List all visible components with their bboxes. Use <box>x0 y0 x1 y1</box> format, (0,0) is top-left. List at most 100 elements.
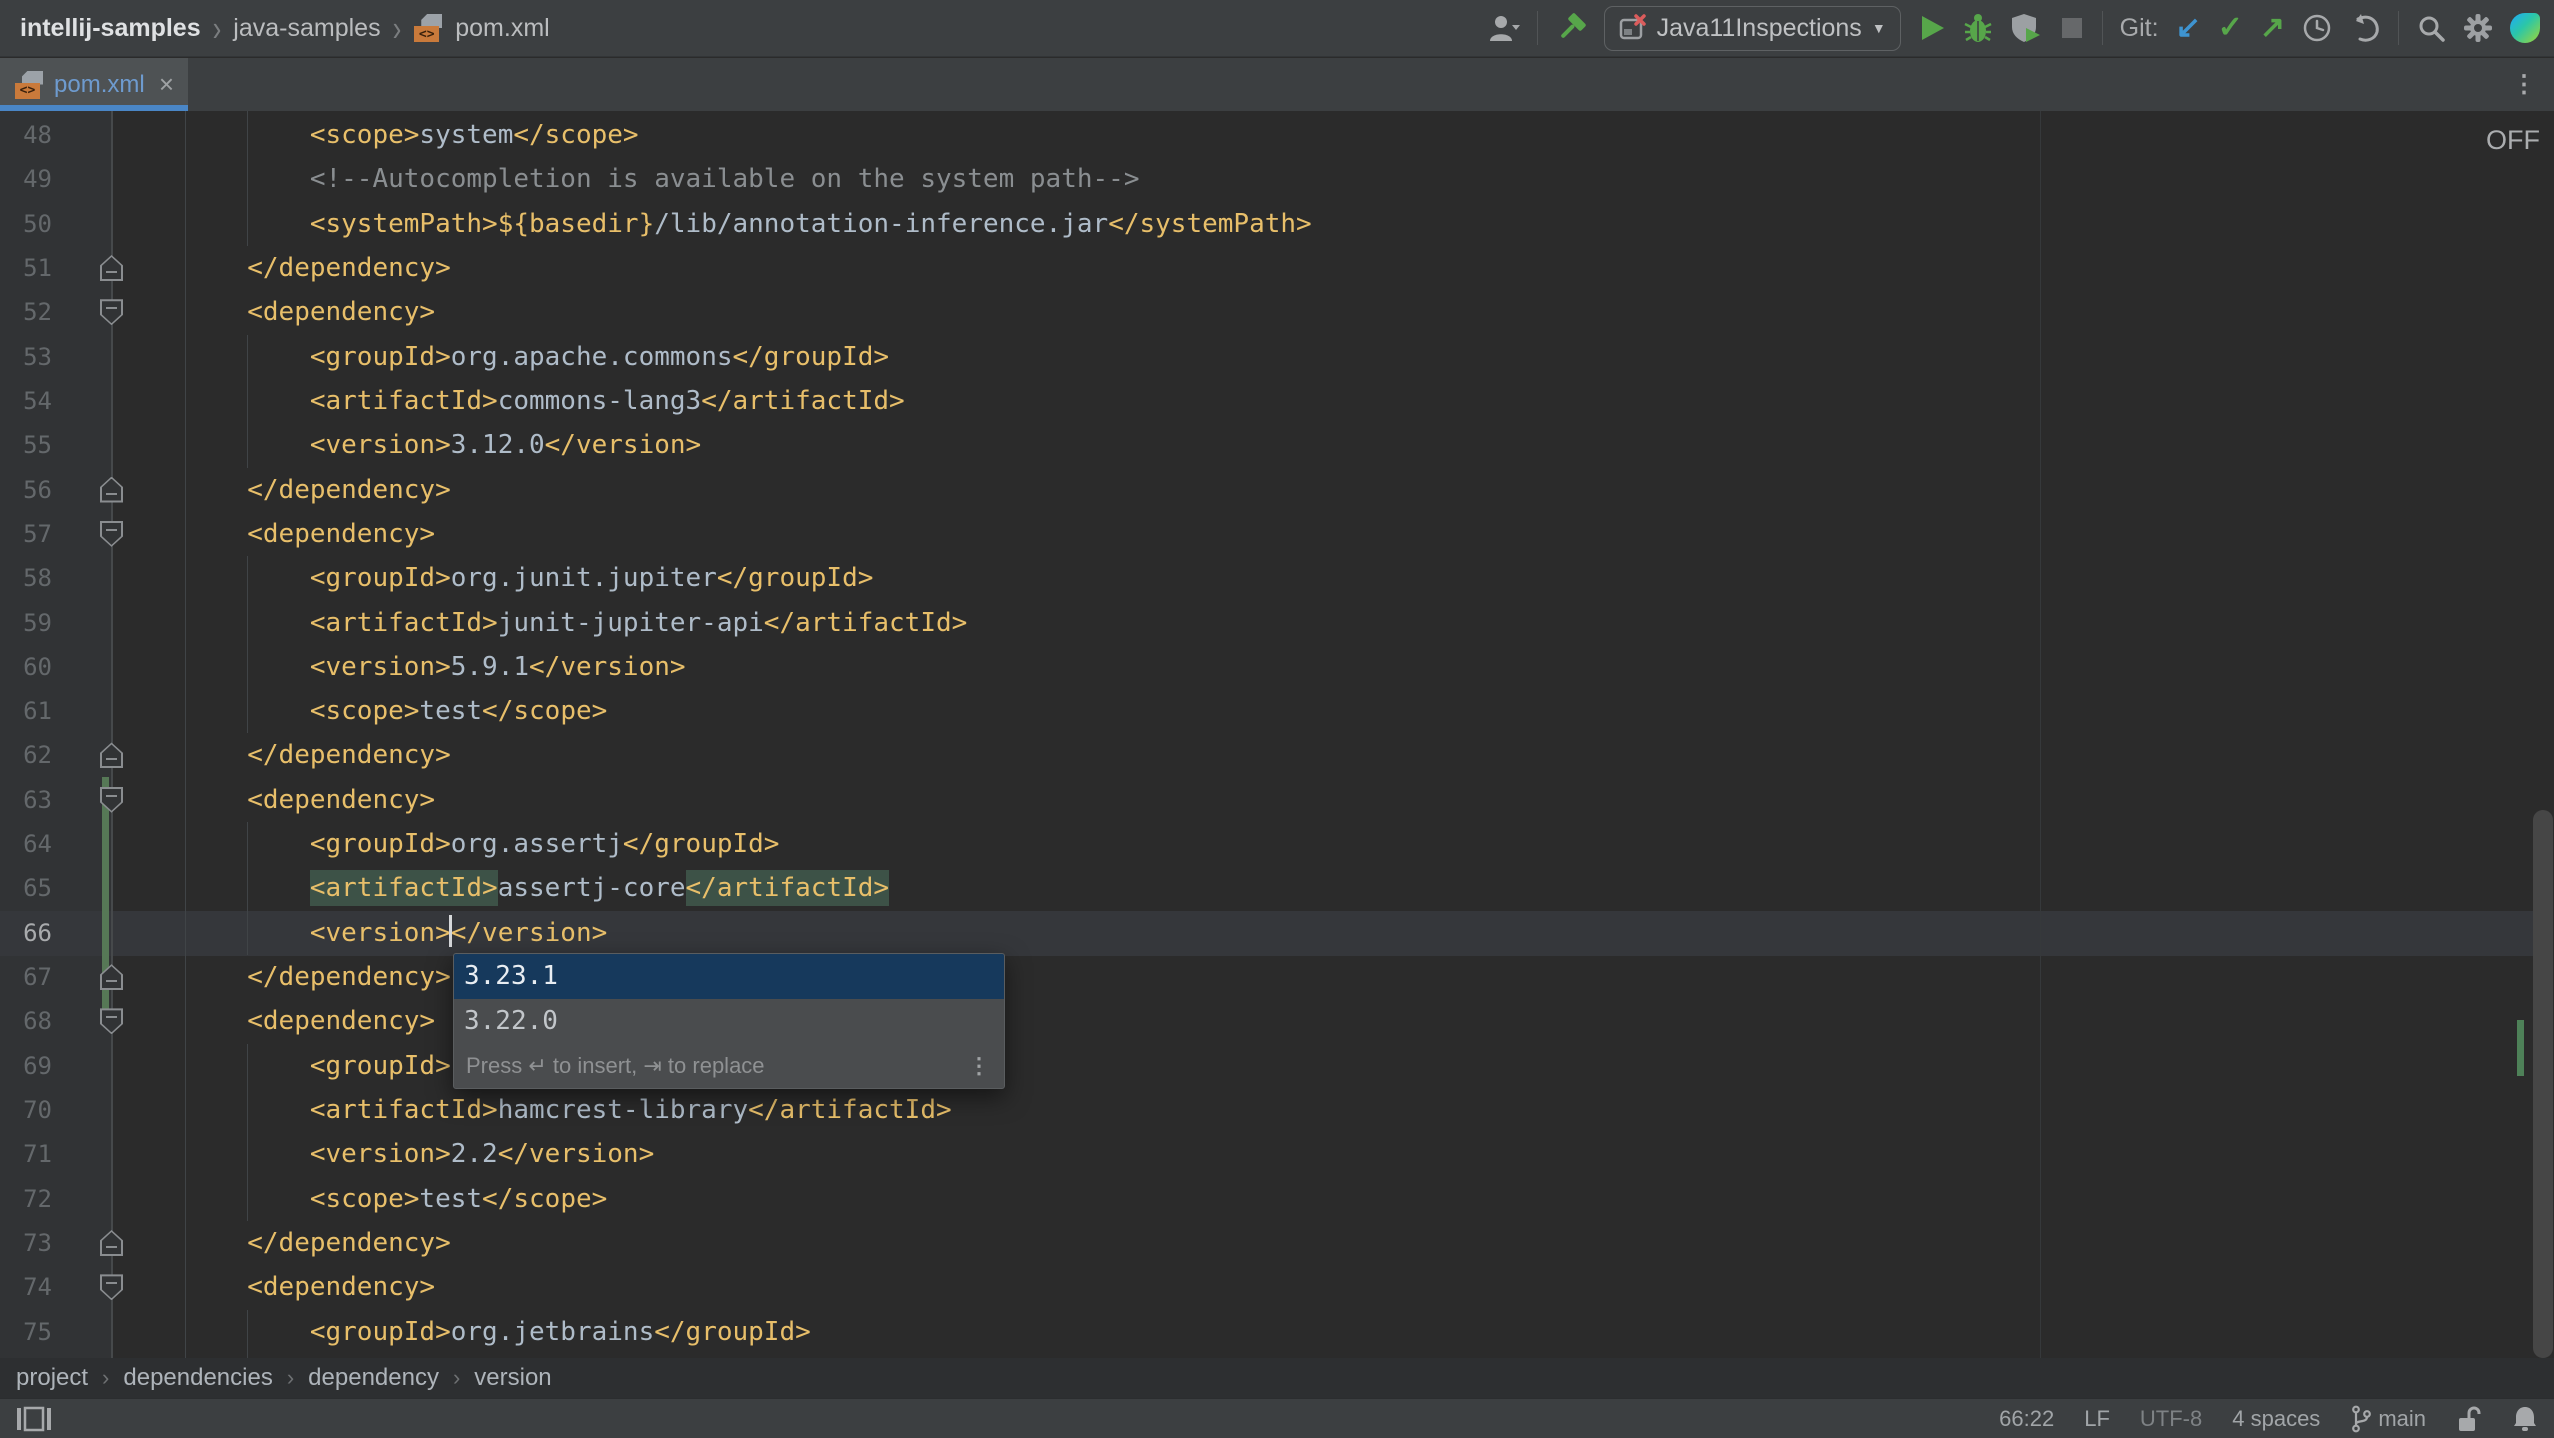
code-line: 75 <groupId>org.jetbrains</groupId> <box>0 1310 2554 1355</box>
code-line: 57 <dependency> <box>0 512 2554 557</box>
completion-hint-text: Press ↵ to insert, ⇥ to replace <box>466 1053 765 1079</box>
indent-widget[interactable]: 4 spaces <box>2232 1406 2320 1432</box>
breadcrumb-tag-dependency[interactable]: dependency <box>308 1364 439 1392</box>
code-line: 54 <artifactId>commons-lang3</artifactId… <box>0 379 2554 424</box>
tool-window-layout-icon[interactable] <box>16 1406 52 1432</box>
line-number: 72 <box>8 1177 52 1222</box>
fold-collapse-icon[interactable] <box>100 787 123 813</box>
fold-end-icon[interactable] <box>100 964 123 990</box>
code-text: <artifactId>assertj-core</artifactId> <box>122 866 889 911</box>
completion-item[interactable]: 3.23.1 <box>454 954 1004 999</box>
scrollbar-thumb[interactable] <box>2533 810 2553 1358</box>
code-line: 60 <version>5.9.1</version> <box>0 645 2554 690</box>
git-label: Git: <box>2120 14 2159 43</box>
editor-tab-bar: <> pom.xml × ⋮ <box>0 58 2554 111</box>
breadcrumb-file[interactable]: pom.xml <box>455 14 549 43</box>
code-text: <systemPath>${basedir}/lib/annotation-in… <box>122 202 1312 247</box>
line-separator-widget[interactable]: LF <box>2084 1406 2110 1432</box>
git-branch-widget[interactable]: main <box>2350 1405 2426 1433</box>
unlocked-padlock-icon[interactable] <box>2456 1405 2482 1433</box>
toolbar-separator <box>2102 11 2103 45</box>
code-line: 66 <version></version> <box>0 911 2554 956</box>
code-text: <dependency> <box>122 999 435 1044</box>
code-editor[interactable]: 48 <scope>system</scope>49 <!--Autocompl… <box>0 111 2554 1358</box>
user-avatar-icon[interactable] <box>1488 13 1520 43</box>
code-text: <version>2.2</version> <box>122 1132 654 1177</box>
stop-button[interactable] <box>2059 15 2085 41</box>
code-line: 72 <scope>test</scope> <box>0 1177 2554 1222</box>
tab-pom-xml[interactable]: <> pom.xml × <box>0 58 188 111</box>
code-text: </dependency> <box>122 733 451 778</box>
status-widgets: 66:22 LF UTF-8 4 spaces main <box>1999 1405 2538 1433</box>
code-line: 58 <groupId>org.junit.jupiter</groupId> <box>0 556 2554 601</box>
line-number: 59 <box>8 601 52 646</box>
code-line: 65 <artifactId>assertj-core</artifactId> <box>0 866 2554 911</box>
rollback-undo-icon[interactable] <box>2349 13 2381 43</box>
line-number: 53 <box>8 335 52 380</box>
tab-options-kebab-icon[interactable]: ⋮ <box>2512 58 2554 111</box>
history-clock-icon[interactable] <box>2302 13 2332 43</box>
code-text: <dependency> <box>122 1265 435 1310</box>
code-text: </dependency> <box>122 955 451 1000</box>
build-hammer-icon[interactable] <box>1555 12 1587 44</box>
status-bar: 66:22 LF UTF-8 4 spaces main <box>0 1398 2554 1438</box>
code-line: 74 <dependency> <box>0 1265 2554 1310</box>
settings-gear-icon[interactable] <box>2463 13 2493 43</box>
line-number: 60 <box>8 645 52 690</box>
fold-collapse-icon[interactable] <box>100 1274 123 1300</box>
encoding-widget[interactable]: UTF-8 <box>2140 1406 2202 1432</box>
kebab-icon[interactable]: ⋮ <box>968 1053 990 1079</box>
code-line: 69 <groupId> <box>0 1044 2554 1089</box>
ide-window: intellij-samples › java-samples › <> pom… <box>0 0 2554 1438</box>
fold-end-icon[interactable] <box>100 742 123 768</box>
caret-position-widget[interactable]: 66:22 <box>1999 1406 2054 1432</box>
debug-button[interactable] <box>1963 12 1993 44</box>
code-text: <scope>system</scope> <box>122 113 639 158</box>
chevron-right-icon: › <box>287 1365 294 1391</box>
code-line: 62 </dependency> <box>0 733 2554 778</box>
code-line: 68 <dependency> <box>0 999 2554 1044</box>
git-commit-icon[interactable]: ✓ <box>2218 13 2243 43</box>
line-number: 65 <box>8 866 52 911</box>
code-text: <artifactId>junit-jupiter-api</artifactI… <box>122 601 967 646</box>
notifications-bell-icon[interactable] <box>2512 1405 2538 1433</box>
line-number: 75 <box>8 1310 52 1355</box>
fold-end-icon[interactable] <box>100 255 123 281</box>
code-text: <artifactId>commons-lang3</artifactId> <box>122 379 905 424</box>
screencast-off-badge: OFF <box>2486 125 2540 156</box>
close-icon[interactable]: × <box>159 69 174 100</box>
profile-avatar[interactable] <box>2510 13 2540 43</box>
code-line: 56 </dependency> <box>0 468 2554 513</box>
completion-item[interactable]: 3.22.0 <box>454 999 1004 1044</box>
breadcrumb-tag-dependencies[interactable]: dependencies <box>123 1364 272 1392</box>
run-button[interactable] <box>1918 13 1946 43</box>
code-text: <groupId>org.jetbrains</groupId> <box>122 1310 811 1355</box>
line-number: 58 <box>8 556 52 601</box>
code-line: 61 <scope>test</scope> <box>0 689 2554 734</box>
line-number: 67 <box>8 955 52 1000</box>
breadcrumb-project[interactable]: intellij-samples <box>20 14 201 43</box>
fold-collapse-icon[interactable] <box>100 299 123 325</box>
error-stripe-change-mark[interactable] <box>2517 1020 2524 1076</box>
coverage-shield-button[interactable] <box>2010 12 2042 44</box>
run-config-selector[interactable]: Java11Inspections ▼ <box>1604 6 1901 51</box>
git-push-icon[interactable]: ↗ <box>2260 13 2285 43</box>
line-number: 55 <box>8 423 52 468</box>
fold-end-icon[interactable] <box>100 1230 123 1256</box>
search-icon[interactable] <box>2416 13 2446 43</box>
breadcrumb-tag-version[interactable]: version <box>474 1364 551 1392</box>
git-update-icon[interactable]: ↙ <box>2176 13 2201 43</box>
fold-collapse-icon[interactable] <box>100 521 123 547</box>
fold-end-icon[interactable] <box>100 477 123 503</box>
code-text: <dependency> <box>122 512 435 557</box>
code-line: 55 <version>3.12.0</version> <box>0 423 2554 468</box>
breadcrumb-module[interactable]: java-samples <box>233 14 380 43</box>
line-number: 56 <box>8 468 52 513</box>
toolbar-separator <box>2398 11 2399 45</box>
maven-file-icon: <> <box>14 70 44 100</box>
breadcrumb-tag-project[interactable]: project <box>16 1364 88 1392</box>
chevron-right-icon: › <box>393 6 402 49</box>
code-line: 51 </dependency> <box>0 246 2554 291</box>
fold-collapse-icon[interactable] <box>100 1008 123 1034</box>
code-line: 73 </dependency> <box>0 1221 2554 1266</box>
